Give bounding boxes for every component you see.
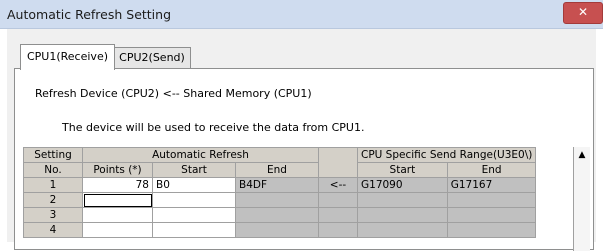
range-start-cell: G17090	[357, 177, 448, 193]
range-start-cell	[357, 207, 448, 223]
close-button[interactable]: ✕	[563, 2, 603, 24]
window-title: Automatic Refresh Setting	[7, 7, 172, 22]
chevron-up-icon: ▲	[578, 150, 586, 160]
direction-arrow	[318, 207, 358, 223]
tab-label: CPU1(Receive)	[26, 50, 108, 63]
range-end-cell	[446, 222, 537, 238]
points-cell[interactable]	[82, 222, 153, 238]
end-cell	[235, 207, 319, 223]
direction-arrow: <--	[318, 177, 358, 193]
header-points: Points (*)	[82, 162, 153, 178]
table-header-row: Setting Automatic Refresh CPU Specific S…	[23, 147, 537, 178]
points-cell[interactable]	[82, 192, 153, 208]
table-row: 1 78 B0 B4DF <-- G17090 G17167	[23, 177, 537, 193]
direction-arrow	[318, 192, 358, 208]
range-end-cell	[446, 192, 537, 208]
header-direction	[318, 147, 358, 178]
table-row: 2	[23, 192, 537, 208]
description-text: The device will be used to receive the d…	[62, 121, 365, 134]
title-bar: Automatic Refresh Setting ✕	[0, 0, 603, 29]
header-no: No.	[23, 162, 83, 178]
range-start-cell	[357, 192, 448, 208]
end-cell	[235, 222, 319, 238]
row-number: 3	[23, 207, 83, 223]
tab-cpu2-send[interactable]: CPU2(Send)	[113, 47, 191, 69]
row-number: 1	[23, 177, 83, 193]
direction-arrow	[318, 222, 358, 238]
refresh-settings-table: Setting Automatic Refresh CPU Specific S…	[23, 147, 537, 238]
close-icon: ✕	[577, 5, 589, 19]
points-cell[interactable]: 78	[82, 177, 153, 193]
table-row: 3	[23, 207, 537, 223]
table-row: 4	[23, 222, 537, 238]
tab-panel: Refresh Device (CPU2) <-- Shared Memory …	[14, 68, 594, 251]
tab-cpu1-receive[interactable]: CPU1(Receive)	[20, 44, 115, 70]
header-automatic-refresh: Automatic Refresh	[82, 147, 319, 163]
range-end-cell: G17167	[446, 177, 537, 193]
tab-label: CPU2(Send)	[119, 51, 185, 64]
table-subheader-row: No. Points (*) Start End Start End	[23, 162, 537, 178]
row-number: 4	[23, 222, 83, 238]
range-end-cell	[446, 207, 537, 223]
start-cell[interactable]	[152, 222, 236, 238]
vertical-scrollbar[interactable]: ▲	[573, 147, 590, 251]
end-cell	[235, 192, 319, 208]
header-setting: Setting	[23, 147, 83, 163]
row-number: 2	[23, 192, 83, 208]
scroll-up-button[interactable]: ▲	[574, 147, 590, 163]
points-cell[interactable]	[82, 207, 153, 223]
header-end: End	[235, 162, 319, 178]
start-cell[interactable]	[152, 207, 236, 223]
range-start-cell	[357, 222, 448, 238]
header-range-end: End	[446, 162, 537, 178]
header-range-start: Start	[357, 162, 448, 178]
start-cell[interactable]: B0	[152, 177, 236, 193]
refresh-direction-text: Refresh Device (CPU2) <-- Shared Memory …	[35, 87, 312, 100]
start-cell[interactable]	[152, 192, 236, 208]
end-cell: B4DF	[235, 177, 319, 193]
header-send-range: CPU Specific Send Range(U3E0\)	[356, 147, 537, 163]
header-start: Start	[152, 162, 236, 178]
